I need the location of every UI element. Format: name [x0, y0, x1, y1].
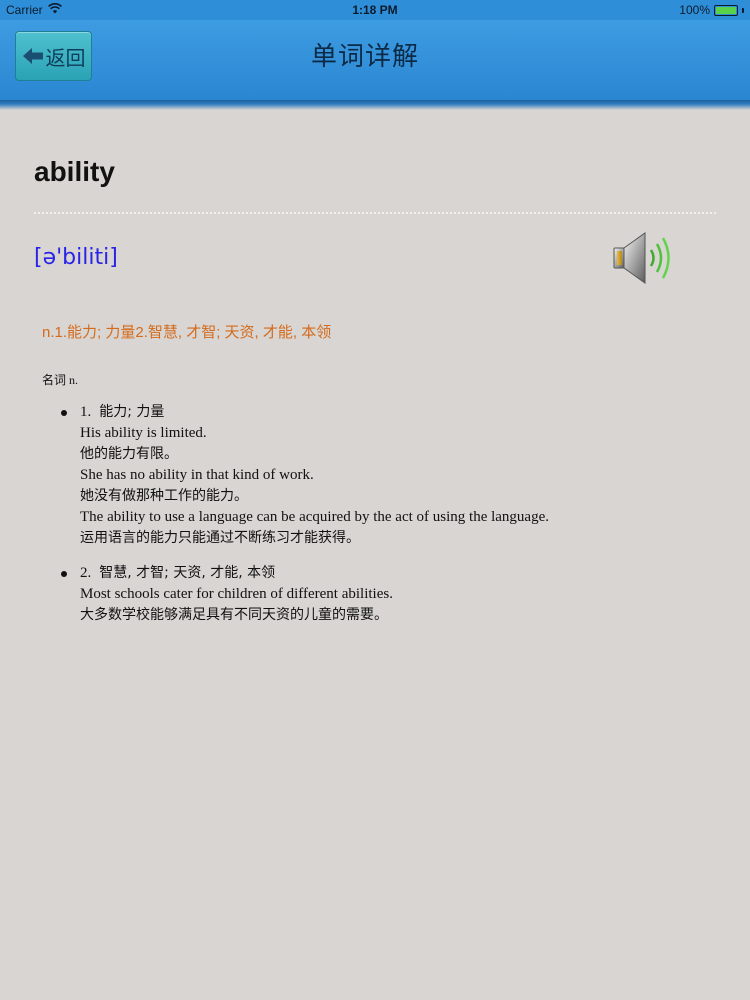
sense-meaning: 能力; 力量: [99, 404, 165, 420]
example-sentence-en: She has no ability in that kind of work.: [80, 467, 314, 483]
example-sentence-cn: 她没有做那种工作的能力。: [80, 488, 248, 504]
list-item: 1. 能力; 力量 His ability is limited. 他的能力有限…: [0, 402, 750, 549]
example-sentence-cn: 他的能力有限。: [80, 446, 178, 462]
example-sentence-en: Most schools cater for children of diffe…: [80, 586, 393, 602]
status-bar: Carrier 1:18 PM 100%: [0, 0, 750, 20]
example-sentence-cn: 运用语言的能力只能通过不断练习才能获得。: [80, 530, 360, 546]
word-headword: ability: [34, 156, 115, 187]
brief-definition: n.1.能力; 力量2.智慧, 才智; 天资, 才能, 本领: [42, 324, 332, 341]
phonetic-transcription: [ə'biliti]: [34, 245, 118, 270]
status-right: 100%: [679, 3, 744, 17]
part-of-speech: 名词 n.: [42, 373, 79, 387]
example-sentence-en: His ability is limited.: [80, 425, 207, 441]
example-sentence-cn: 大多数学校能够满足具有不同天资的儿童的需要。: [80, 607, 388, 623]
battery-tip: [742, 7, 744, 13]
bullet-icon: [61, 410, 67, 416]
speaker-icon[interactable]: [611, 228, 675, 288]
example-sentence-en: The ability to use a language can be acq…: [80, 509, 549, 525]
sense-number: 1.: [80, 404, 92, 420]
list-item: 2. 智慧, 才智; 天资, 才能, 本领 Most schools cater…: [0, 563, 750, 626]
sense-heading: 1. 能力; 力量: [80, 402, 750, 423]
page-title: 单词详解: [310, 41, 419, 71]
sense-meaning: 智慧, 才智; 天资, 才能, 本领: [99, 565, 276, 581]
battery-fill: [716, 6, 736, 14]
sense-number: 2.: [80, 565, 92, 581]
divider: [34, 212, 716, 214]
battery-icon: [714, 4, 738, 16]
sense-heading: 2. 智慧, 才智; 天资, 才能, 本领: [80, 563, 750, 584]
status-time: 1:18 PM: [352, 3, 398, 17]
battery-percent: 100%: [679, 3, 710, 17]
sense-list: 1. 能力; 力量 His ability is limited. 他的能力有限…: [0, 402, 750, 640]
bullet-icon: [61, 571, 67, 577]
nav-bar-shadow: [0, 100, 750, 110]
